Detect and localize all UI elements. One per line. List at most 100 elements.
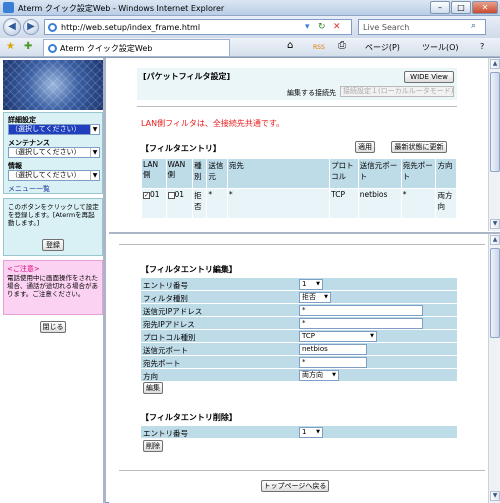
src-port-cell: netbios xyxy=(357,188,402,219)
tab-page-icon xyxy=(48,44,57,53)
chevron-down-icon: ▼ xyxy=(90,171,99,180)
home-icon[interactable]: ⌂ xyxy=(287,40,293,51)
col-type: 種別 xyxy=(192,158,208,189)
type-cell: 拒否 xyxy=(192,188,208,219)
page-menu[interactable]: ページ(P) xyxy=(365,42,400,53)
chevron-down-icon: ▼ xyxy=(90,148,99,157)
window-titlebar: Aterm クイック設定Web - Windows Internet Explo… xyxy=(0,0,500,16)
dst-ip-input[interactable]: * xyxy=(299,318,423,329)
delete-button[interactable]: 削除 xyxy=(143,440,163,452)
direction-row: 方向 両方向 ▼ xyxy=(141,369,457,382)
scroll-down-icon[interactable]: ▼ xyxy=(490,491,500,501)
scroll-up-icon[interactable]: ▲ xyxy=(490,59,500,69)
register-box: このボタンをクリックして設定を登録します。[Atermを再起動します。] 登録 xyxy=(3,198,103,256)
direction-select[interactable]: 両方向 ▼ xyxy=(299,370,339,381)
dst-ip-label: 宛先IPアドレス xyxy=(143,320,195,329)
register-button[interactable]: 登録 xyxy=(42,239,64,251)
info-select[interactable]: （選択してください） ▼ xyxy=(8,170,100,181)
minimize-button[interactable]: – xyxy=(430,1,450,14)
col-protocol: プロトコル xyxy=(329,158,359,189)
src-ip-row: 送信元IPアドレス * xyxy=(141,304,457,317)
scroll-up-icon[interactable]: ▲ xyxy=(490,235,500,245)
wide-view-button[interactable]: WIDE View xyxy=(404,71,454,83)
col-destination: 宛先 xyxy=(226,158,331,189)
maximize-button[interactable]: □ xyxy=(451,1,471,14)
chevron-down-icon: ▼ xyxy=(316,429,320,435)
edit-button[interactable]: 編集 xyxy=(143,382,163,394)
back-button[interactable]: ◀ xyxy=(3,18,21,36)
top-scrollbar[interactable]: ▲ ▼ xyxy=(488,58,500,231)
divider xyxy=(119,244,485,245)
src-port-label: 送信元ポート xyxy=(143,346,188,355)
apply-button[interactable]: 適用 xyxy=(355,141,375,153)
back-to-top-button[interactable]: トップページへ戻る xyxy=(261,480,329,492)
filter-entry-table: LAN側 WAN側 種別 送信元 宛先 プロトコル 送信元ポート 宛先ポート 方… xyxy=(141,158,457,219)
connection-label: 編集する接続先 xyxy=(287,89,336,97)
menu-list-link[interactable]: メニュー一覧 xyxy=(8,184,50,194)
delete-entry-select[interactable]: 1 ▼ xyxy=(299,427,323,438)
close-window-button[interactable]: 閉じる xyxy=(40,321,66,333)
destination-cell: * xyxy=(226,188,331,219)
caution-box: <ご注意> 電話使用中に画面操作をされた場合、通話が途切れる場合があります。ご注… xyxy=(3,260,103,315)
bottom-scrollbar[interactable]: ▲ ▼ xyxy=(488,234,500,503)
divider xyxy=(137,106,457,107)
refresh-icon[interactable]: ↻ xyxy=(318,22,326,32)
aterm-logo-image xyxy=(3,60,103,110)
feeds-icon[interactable]: RSS xyxy=(313,44,325,51)
address-field[interactable]: http://web.setup/index_frame.html ▾ ↻ ✕ xyxy=(44,19,352,35)
delete-entry-row: エントリ番号 1 ▼ xyxy=(141,426,457,439)
close-button[interactable]: ✕ xyxy=(472,1,498,14)
refresh-status-button[interactable]: 最新状態に更新 xyxy=(391,141,447,153)
protocol-row: プロトコル種別 TCP ▼ xyxy=(141,330,457,343)
dropdown-icon[interactable]: ▾ xyxy=(305,22,310,32)
edit-section-title: 【フィルタエントリ編集】 xyxy=(141,265,237,274)
scroll-thumb[interactable] xyxy=(490,248,500,338)
search-icon[interactable]: ⌕ xyxy=(471,21,483,33)
print-icon[interactable]: ⎙ xyxy=(338,40,346,51)
search-field[interactable]: Live Search ⌕ xyxy=(358,19,486,35)
table-header-row: LAN側 WAN側 種別 送信元 宛先 プロトコル 送信元ポート 宛先ポート 方… xyxy=(141,158,457,189)
detail-settings-select[interactable]: （選択してください） ▼ xyxy=(8,124,100,135)
maintenance-select[interactable]: （選択してください） ▼ xyxy=(8,147,100,158)
favorites-star-icon[interactable]: ★ xyxy=(6,41,15,52)
chevron-down-icon: ▼ xyxy=(332,372,336,378)
table-row[interactable]: ✓01 01 拒否 * * TCP netbios * 両方向 xyxy=(141,188,457,219)
search-placeholder: Live Search xyxy=(363,23,410,32)
forward-button[interactable]: ▶ xyxy=(23,19,39,35)
chevron-down-icon: ▼ xyxy=(316,281,320,287)
add-favorites-icon[interactable]: ✚ xyxy=(24,41,32,52)
src-port-input[interactable]: netbios xyxy=(299,344,367,355)
direction-label: 方向 xyxy=(143,372,158,381)
lan-cell[interactable]: ✓01 xyxy=(141,188,167,219)
chevron-down-icon: ▼ xyxy=(324,294,328,300)
stop-icon[interactable]: ✕ xyxy=(333,22,341,32)
src-port-row: 送信元ポート netbios xyxy=(141,343,457,356)
wan-cell[interactable]: 01 xyxy=(165,188,194,219)
col-src-port: 送信元ポート xyxy=(357,158,402,189)
lan-notice-text: LAN側フィルタは、全接続先共通です。 xyxy=(141,119,285,128)
packet-filter-header: [パケットフィルタ設定] WIDE View 編集する接続先 接続設定１(ローカ… xyxy=(137,68,457,100)
src-ip-input[interactable]: * xyxy=(299,305,423,316)
scroll-thumb[interactable] xyxy=(490,72,500,172)
source-cell: * xyxy=(206,188,228,219)
connection-select: 接続設定１(ローカルルータモード) xyxy=(340,86,454,97)
wan-checkbox[interactable] xyxy=(167,191,175,199)
entry-number-select[interactable]: 1 ▼ xyxy=(299,279,323,290)
col-dst-port: 宛先ポート xyxy=(400,158,437,189)
dst-port-cell: * xyxy=(400,188,437,219)
register-description: このボタンをクリックして設定を登録します。[Atermを再起動します。] xyxy=(8,203,99,227)
col-lan: LAN側 xyxy=(141,158,167,189)
chevron-down-icon: ▼ xyxy=(90,125,99,134)
filter-kind-select[interactable]: 拒否 ▼ xyxy=(299,292,331,303)
col-source: 送信元 xyxy=(206,158,228,189)
protocol-label: プロトコル種別 xyxy=(143,333,196,342)
scroll-down-icon[interactable]: ▼ xyxy=(490,219,500,229)
browser-tab[interactable]: Aterm クイック設定Web xyxy=(43,39,230,56)
caution-text: 電話使用中に画面操作をされた場合、通話が途切れる場合があります。ご注意ください。 xyxy=(7,274,98,298)
lan-checkbox[interactable]: ✓ xyxy=(143,191,150,199)
dst-port-input[interactable]: * xyxy=(299,357,367,368)
help-icon[interactable]: ? xyxy=(480,42,484,51)
protocol-select[interactable]: TCP ▼ xyxy=(299,331,377,342)
filter-kind-label: フィルタ種別 xyxy=(143,294,188,303)
tools-menu[interactable]: ツール(O) xyxy=(422,42,459,53)
